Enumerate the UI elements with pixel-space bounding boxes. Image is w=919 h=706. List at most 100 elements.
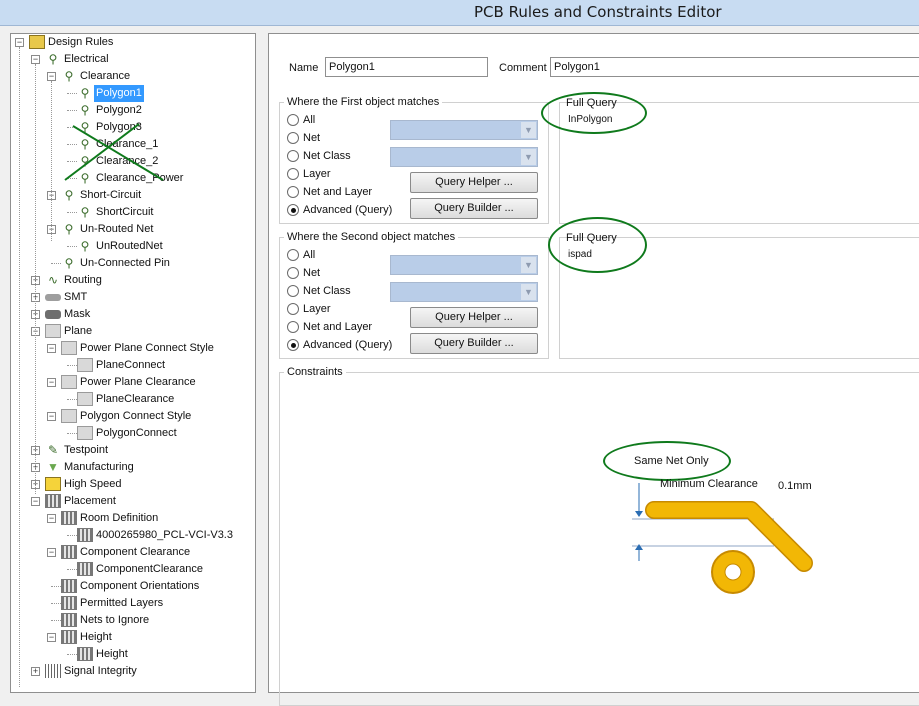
collapse-icon[interactable]: − — [47, 72, 56, 81]
tree-item[interactable]: + High Speed — [11, 476, 255, 493]
collapse-icon[interactable]: − — [15, 38, 24, 47]
tree-item[interactable]: 4000265980_PCL-VCI-V3.3 — [11, 527, 255, 544]
tree-item[interactable]: − Polygon Connect Style — [11, 408, 255, 425]
tree-item-label[interactable]: Electrical — [62, 51, 111, 68]
tree-item[interactable]: − Design Rules — [11, 34, 255, 51]
tree-item-label[interactable]: UnRoutedNet — [94, 238, 165, 255]
radio-button-icon[interactable] — [287, 321, 299, 333]
tree-item[interactable]: + ✎ Testpoint — [11, 442, 255, 459]
tree-item-label[interactable]: Testpoint — [62, 442, 110, 459]
tree-item-label[interactable]: Signal Integrity — [62, 663, 139, 680]
expand-icon[interactable]: + — [31, 667, 40, 676]
tree-item-label[interactable]: Clearance — [78, 68, 132, 85]
tree-item-label[interactable]: PolygonConnect — [94, 425, 179, 442]
second-query-builder-button[interactable]: Query Builder ... — [410, 333, 538, 354]
tree-item-label[interactable]: Manufacturing — [62, 459, 136, 476]
second-net-combo[interactable]: ▼ — [390, 255, 538, 275]
comment-field[interactable]: Polygon1 — [550, 57, 919, 77]
first-query-helper-button[interactable]: Query Helper ... — [410, 172, 538, 193]
rules-tree-panel[interactable]: − Design Rules − ⚲ Electrical − ⚲ Clearance ⚲ Pol… — [10, 33, 256, 693]
collapse-icon[interactable]: − — [47, 378, 56, 387]
tree-item[interactable]: ⚲ UnRoutedNet — [11, 238, 255, 255]
radio-button-icon[interactable] — [287, 132, 299, 144]
radio-button-icon[interactable] — [287, 249, 299, 261]
name-field[interactable]: Polygon1 — [325, 57, 488, 77]
radio-button-icon[interactable] — [287, 168, 299, 180]
radio-button-icon[interactable] — [287, 303, 299, 315]
tree-item[interactable]: − Height — [11, 629, 255, 646]
tree-item-label[interactable]: Routing — [62, 272, 104, 289]
tree-item-label[interactable]: Power Plane Connect Style — [78, 340, 216, 357]
tree-item-label[interactable]: Permitted Layers — [78, 595, 165, 612]
second-query-helper-button[interactable]: Query Helper ... — [410, 307, 538, 328]
tree-item-label[interactable]: 4000265980_PCL-VCI-V3.3 — [94, 527, 235, 544]
tree-item[interactable]: + ∿ Routing — [11, 272, 255, 289]
radio-button-icon[interactable] — [287, 114, 299, 126]
tree-item-label[interactable]: Power Plane Clearance — [78, 374, 198, 391]
radio-button-icon[interactable] — [287, 285, 299, 297]
second-netclass-combo[interactable]: ▼ — [390, 282, 538, 302]
tree-item[interactable]: PolygonConnect — [11, 425, 255, 442]
first-netclass-combo[interactable]: ▼ — [390, 147, 538, 167]
tree-item[interactable]: ComponentClearance — [11, 561, 255, 578]
tree-item-label[interactable]: Nets to Ignore — [78, 612, 151, 629]
tree-item[interactable]: + Mask — [11, 306, 255, 323]
tree-item-label[interactable]: Plane — [62, 323, 94, 340]
tree-item-label[interactable]: Polygon1 — [94, 85, 144, 102]
tree-item-label[interactable]: Mask — [62, 306, 92, 323]
tree-item-label[interactable]: Height — [78, 629, 114, 646]
tree-item-label[interactable]: Short-Circuit — [78, 187, 143, 204]
tree-item[interactable]: Permitted Layers — [11, 595, 255, 612]
collapse-icon[interactable]: − — [31, 55, 40, 64]
tree-item[interactable]: ⚲ Un-Connected Pin — [11, 255, 255, 272]
tree-item-label[interactable]: Placement — [62, 493, 118, 510]
tree-item[interactable]: + Signal Integrity — [11, 663, 255, 680]
radio-button-icon[interactable] — [287, 186, 299, 198]
tree-item-label[interactable]: Room Definition — [78, 510, 160, 527]
collapse-icon[interactable]: − — [47, 633, 56, 642]
radio-button-icon[interactable] — [287, 204, 299, 216]
tree-item[interactable]: + ▼ Manufacturing — [11, 459, 255, 476]
radio-button-icon[interactable] — [287, 339, 299, 351]
tree-item[interactable]: ⚲ ShortCircuit — [11, 204, 255, 221]
tree-item[interactable]: − ⚲ Electrical — [11, 51, 255, 68]
tree-item[interactable]: − ⚲ Un-Routed Net — [11, 221, 255, 238]
radio-button-icon[interactable] — [287, 267, 299, 279]
tree-item[interactable]: − Plane — [11, 323, 255, 340]
tree-item[interactable]: PlaneClearance — [11, 391, 255, 408]
tree-item[interactable]: − Component Clearance — [11, 544, 255, 561]
tree-item-label[interactable]: SMT — [62, 289, 89, 306]
tree-item-label[interactable]: Polygon Connect Style — [78, 408, 193, 425]
collapse-icon[interactable]: − — [47, 548, 56, 557]
tree-item[interactable]: ⚲ Polygon2 — [11, 102, 255, 119]
first-query-builder-button[interactable]: Query Builder ... — [410, 198, 538, 219]
tree-item[interactable]: − Power Plane Clearance — [11, 374, 255, 391]
tree-item-label[interactable]: Un-Routed Net — [78, 221, 155, 238]
tree-item-label[interactable]: PlaneClearance — [94, 391, 176, 408]
collapse-icon[interactable]: − — [47, 412, 56, 421]
tree-item[interactable]: Component Orientations — [11, 578, 255, 595]
tree-item-label[interactable]: PlaneConnect — [94, 357, 167, 374]
tree-item[interactable]: − ⚲ Clearance — [11, 68, 255, 85]
tree-item[interactable]: + SMT — [11, 289, 255, 306]
tree-item-label[interactable]: Component Orientations — [78, 578, 201, 595]
tree-item[interactable]: Height — [11, 646, 255, 663]
tree-item-label[interactable]: Component Clearance — [78, 544, 192, 561]
tree-item[interactable]: ⚲ Polygon1 — [11, 85, 255, 102]
collapse-icon[interactable]: − — [47, 344, 56, 353]
tree-item[interactable]: PlaneConnect — [11, 357, 255, 374]
tree-item[interactable]: − ⚲ Short-Circuit — [11, 187, 255, 204]
radio-button-icon[interactable] — [287, 150, 299, 162]
tree-item-label[interactable]: ComponentClearance — [94, 561, 205, 578]
tree-item[interactable]: Nets to Ignore — [11, 612, 255, 629]
tree-item[interactable]: − Placement — [11, 493, 255, 510]
first-net-combo[interactable]: ▼ — [390, 120, 538, 140]
tree-item-label[interactable]: ShortCircuit — [94, 204, 155, 221]
collapse-icon[interactable]: − — [31, 497, 40, 506]
tree-item[interactable]: − Room Definition — [11, 510, 255, 527]
collapse-icon[interactable]: − — [47, 514, 56, 523]
tree-item-label[interactable]: High Speed — [62, 476, 124, 493]
tree-item-label[interactable]: Polygon2 — [94, 102, 144, 119]
tree-item-label[interactable]: Design Rules — [46, 34, 115, 51]
tree-item[interactable]: − Power Plane Connect Style — [11, 340, 255, 357]
